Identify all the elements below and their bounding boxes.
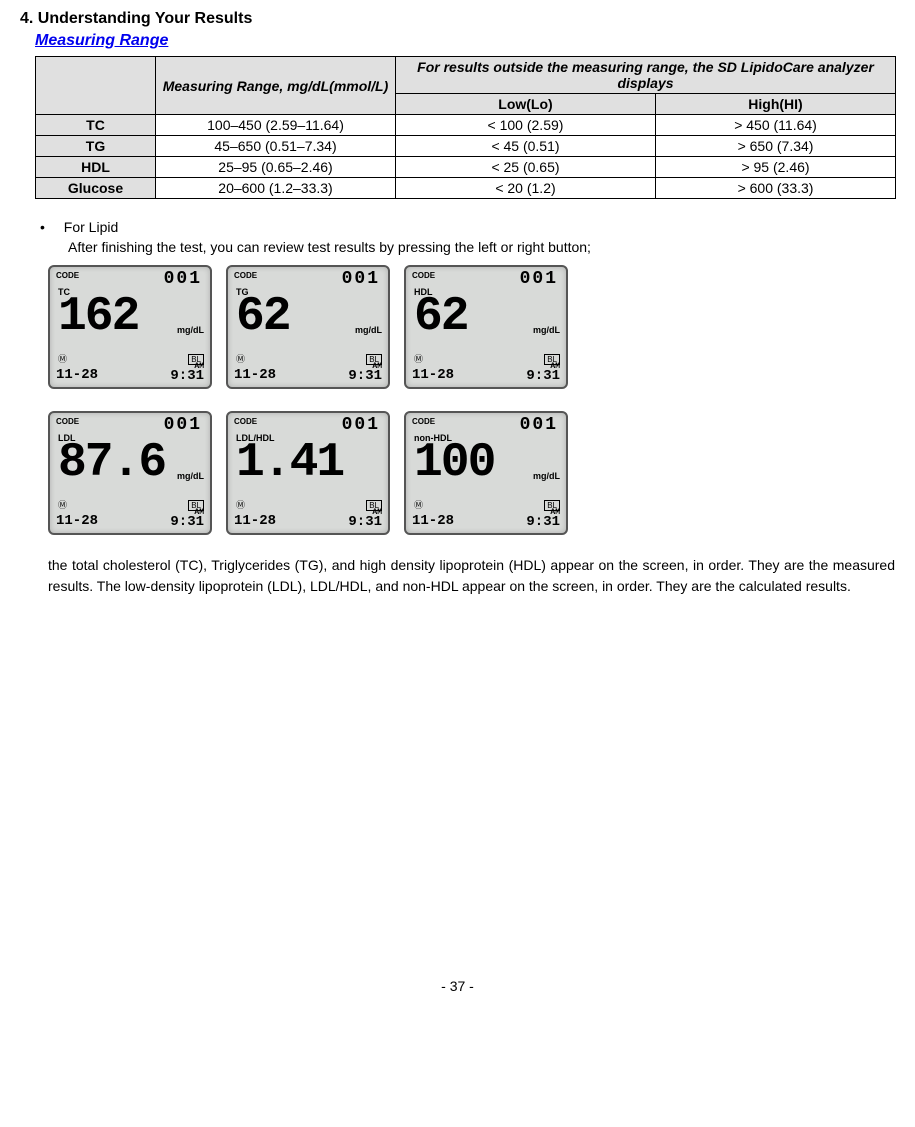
table-row: HDL 25–95 (0.65–2.46) < 25 (0.65) > 95 (… [36, 157, 896, 178]
table-header-high: High(HI) [656, 94, 896, 115]
table-row: TC 100–450 (2.59–11.64) < 100 (2.59) > 4… [36, 115, 896, 136]
table-row: Glucose 20–600 (1.2–33.3) < 20 (1.2) > 6… [36, 178, 896, 199]
memory-icon: Ⓜ [414, 352, 423, 365]
section-heading: 4. Understanding Your Results [20, 10, 895, 28]
lcd-screen: CODE001TG62mg/dLⓂBL11-28AM9:31 [226, 265, 390, 389]
measurement-value: 1.41 [236, 439, 343, 487]
measurement-value: 100 [414, 439, 494, 487]
time-label: AM9:31 [526, 509, 560, 529]
time-label: AM9:31 [170, 363, 204, 383]
cell-range: 45–650 (0.51–7.34) [156, 136, 396, 157]
memory-icon: Ⓜ [236, 498, 245, 511]
code-value: 001 [520, 269, 558, 289]
page-number: - 37 - [20, 978, 895, 994]
unit-label: mg/dL [533, 471, 560, 481]
unit-label: mg/dL [355, 325, 382, 335]
date-label: 11-28 [234, 513, 276, 529]
date-label: 11-28 [234, 367, 276, 383]
code-value: 001 [342, 269, 380, 289]
lcd-screens-grid: CODE001TC162mg/dLⓂBL11-28AM9:31CODE001TG… [48, 265, 895, 535]
lcd-screen: CODE001LDL/HDL1.41ⓂBL11-28AM9:31 [226, 411, 390, 535]
cell-range: 20–600 (1.2–33.3) [156, 178, 396, 199]
cell-low: < 25 (0.65) [396, 157, 656, 178]
code-label: CODE [234, 417, 257, 426]
date-label: 11-28 [412, 367, 454, 383]
table-header-outside: For results outside the measuring range,… [396, 57, 896, 94]
code-label: CODE [56, 271, 79, 280]
table-header-range: Measuring Range, mg/dL(mmol/L) [156, 57, 396, 115]
cell-high: > 95 (2.46) [656, 157, 896, 178]
lcd-screen: CODE001LDL87.6mg/dLⓂBL11-28AM9:31 [48, 411, 212, 535]
unit-label: mg/dL [533, 325, 560, 335]
row-label: TG [36, 136, 156, 157]
measurement-value: 87.6 [58, 439, 165, 487]
cell-range: 100–450 (2.59–11.64) [156, 115, 396, 136]
date-label: 11-28 [56, 513, 98, 529]
row-label: TC [36, 115, 156, 136]
memory-icon: Ⓜ [58, 352, 67, 365]
cell-low: < 45 (0.51) [396, 136, 656, 157]
subsection-heading: Measuring Range [35, 32, 895, 50]
measuring-range-table: Measuring Range, mg/dL(mmol/L) For resul… [35, 56, 896, 199]
cell-range: 25–95 (0.65–2.46) [156, 157, 396, 178]
cell-low: < 20 (1.2) [396, 178, 656, 199]
code-label: CODE [412, 271, 435, 280]
table-corner-blank [36, 57, 156, 115]
measurement-value: 162 [58, 293, 138, 341]
unit-label: mg/dL [177, 471, 204, 481]
bullet-body: After finishing the test, you can review… [68, 237, 895, 259]
row-label: HDL [36, 157, 156, 178]
row-label: Glucose [36, 178, 156, 199]
code-value: 001 [342, 415, 380, 435]
time-label: AM9:31 [348, 363, 382, 383]
bullet-title: For Lipid [64, 219, 118, 235]
description-paragraph: the total cholesterol (TC), Triglyceride… [48, 555, 895, 598]
lcd-screen: CODE001non-HDL100mg/dLⓂBL11-28AM9:31 [404, 411, 568, 535]
code-label: CODE [56, 417, 79, 426]
lcd-screen: CODE001HDL62mg/dLⓂBL11-28AM9:31 [404, 265, 568, 389]
table-row: TG 45–650 (0.51–7.34) < 45 (0.51) > 650 … [36, 136, 896, 157]
memory-icon: Ⓜ [236, 352, 245, 365]
table-header-low: Low(Lo) [396, 94, 656, 115]
cell-high: > 600 (33.3) [656, 178, 896, 199]
date-label: 11-28 [56, 367, 98, 383]
code-value: 001 [164, 269, 202, 289]
time-label: AM9:31 [526, 363, 560, 383]
time-label: AM9:31 [348, 509, 382, 529]
code-label: CODE [412, 417, 435, 426]
cell-high: > 650 (7.34) [656, 136, 896, 157]
time-label: AM9:31 [170, 509, 204, 529]
memory-icon: Ⓜ [58, 498, 67, 511]
cell-high: > 450 (11.64) [656, 115, 896, 136]
memory-icon: Ⓜ [414, 498, 423, 511]
code-value: 001 [520, 415, 558, 435]
code-value: 001 [164, 415, 202, 435]
code-label: CODE [234, 271, 257, 280]
measurement-value: 62 [236, 293, 290, 341]
date-label: 11-28 [412, 513, 454, 529]
unit-label: mg/dL [177, 325, 204, 335]
measurement-value: 62 [414, 293, 468, 341]
cell-low: < 100 (2.59) [396, 115, 656, 136]
lcd-screen: CODE001TC162mg/dLⓂBL11-28AM9:31 [48, 265, 212, 389]
